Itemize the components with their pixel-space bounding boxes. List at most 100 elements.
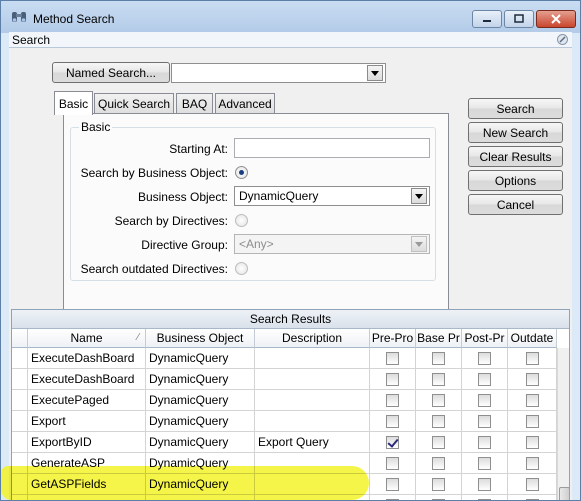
base-pr-checkbox[interactable] xyxy=(432,373,445,386)
cell-description[interactable] xyxy=(255,369,370,390)
base-pr-checkbox[interactable] xyxy=(432,478,445,491)
col-header-base-pr[interactable]: Base Pr xyxy=(416,329,462,348)
row-selector[interactable] xyxy=(12,453,28,474)
row-selector-header xyxy=(12,329,28,348)
col-header-name[interactable]: Name ⁄ xyxy=(28,329,146,348)
pre-pro-checkbox[interactable] xyxy=(386,373,399,386)
cell-description[interactable] xyxy=(255,348,370,369)
business-object-combo[interactable]: DynamicQuery xyxy=(234,186,430,206)
cell-business-object[interactable]: DynamicQuery xyxy=(146,390,255,411)
outdated-checkbox[interactable] xyxy=(526,373,539,386)
cell-business-object[interactable]: DynamicQuery xyxy=(146,474,255,495)
tab-quick-search[interactable]: Quick Search xyxy=(94,93,174,114)
base-pr-checkbox[interactable] xyxy=(432,415,445,428)
cell-business-object[interactable]: DynamicQuery xyxy=(146,495,255,500)
chevron-down-icon[interactable] xyxy=(411,188,427,204)
row-selector[interactable] xyxy=(12,348,28,369)
search-button[interactable]: Search xyxy=(468,98,563,119)
col-header-business-object[interactable]: Business Object xyxy=(146,329,255,348)
cell-name[interactable]: GetASPFields xyxy=(28,474,146,495)
maximize-button[interactable] xyxy=(504,10,534,28)
post-pr-checkbox[interactable] xyxy=(478,436,491,449)
pre-pro-checkbox[interactable] xyxy=(386,457,399,470)
cancel-button[interactable]: Cancel xyxy=(468,194,563,215)
outdated-checkbox[interactable] xyxy=(526,415,539,428)
pre-pro-checkbox[interactable] xyxy=(386,436,399,449)
cell-name[interactable]: ExecuteDashBoard xyxy=(28,348,146,369)
tab-basic[interactable]: Basic xyxy=(54,91,93,115)
outdated-checkbox[interactable] xyxy=(526,457,539,470)
checkbox-cell xyxy=(416,369,462,390)
cell-description[interactable]: Export Query xyxy=(255,432,370,453)
close-button[interactable] xyxy=(536,10,576,28)
cell-business-object[interactable]: DynamicQuery xyxy=(146,369,255,390)
search-by-directives-radio[interactable] xyxy=(235,214,248,227)
cell-description[interactable] xyxy=(255,474,370,495)
base-pr-checkbox[interactable] xyxy=(432,457,445,470)
col-header-description[interactable]: Description xyxy=(255,329,370,348)
results-scrollbar[interactable] xyxy=(557,348,569,500)
outdated-checkbox[interactable] xyxy=(526,478,539,491)
named-search-combo[interactable] xyxy=(171,63,386,83)
post-pr-checkbox[interactable] xyxy=(478,478,491,491)
post-pr-checkbox[interactable] xyxy=(478,415,491,428)
tab-advanced[interactable]: Advanced xyxy=(215,93,275,114)
chevron-down-icon[interactable] xyxy=(367,65,383,81)
outdated-checkbox[interactable] xyxy=(526,394,539,407)
outdated-checkbox[interactable] xyxy=(526,352,539,365)
pre-pro-checkbox[interactable] xyxy=(386,394,399,407)
base-pr-checkbox[interactable] xyxy=(432,394,445,407)
cell-description[interactable] xyxy=(255,495,370,500)
cell-name[interactable]: ExportByID xyxy=(28,432,146,453)
basic-tab-panel: Basic Starting At: Search by Business Ob… xyxy=(63,113,449,330)
search-by-bo-radio[interactable] xyxy=(235,166,248,179)
col-header-post-pr[interactable]: Post-Pr xyxy=(462,329,508,348)
binoculars-icon xyxy=(12,12,26,22)
base-pr-checkbox[interactable] xyxy=(432,352,445,365)
pre-pro-checkbox[interactable] xyxy=(386,415,399,428)
cell-description[interactable] xyxy=(255,390,370,411)
cell-description[interactable] xyxy=(255,411,370,432)
base-pr-checkbox[interactable] xyxy=(432,436,445,449)
post-pr-checkbox[interactable] xyxy=(478,352,491,365)
named-search-button[interactable]: Named Search... xyxy=(52,62,170,83)
new-search-button[interactable]: New Search xyxy=(468,122,563,143)
chevron-down-icon[interactable] xyxy=(411,236,427,252)
row-selector[interactable] xyxy=(12,432,28,453)
menu-search[interactable]: Search xyxy=(12,33,50,47)
tab-baq[interactable]: BAQ xyxy=(176,93,213,114)
row-selector[interactable] xyxy=(12,495,28,500)
post-pr-checkbox[interactable] xyxy=(478,373,491,386)
cell-business-object[interactable]: DynamicQuery xyxy=(146,411,255,432)
post-pr-checkbox[interactable] xyxy=(478,457,491,470)
cell-name[interactable]: ExecutePaged xyxy=(28,390,146,411)
cell-name[interactable]: ExecuteDashBoard xyxy=(28,369,146,390)
scrollbar-thumb[interactable] xyxy=(559,487,569,500)
cell-description[interactable] xyxy=(255,453,370,474)
cell-name[interactable]: GenerateASP xyxy=(28,453,146,474)
options-button[interactable]: Options xyxy=(468,170,563,191)
row-selector[interactable] xyxy=(12,390,28,411)
row-selector[interactable] xyxy=(12,411,28,432)
pin-icon[interactable] xyxy=(556,33,569,46)
cell-business-object[interactable]: DynamicQuery xyxy=(146,348,255,369)
row-selector[interactable] xyxy=(12,474,28,495)
cell-business-object[interactable]: DynamicQuery xyxy=(146,432,255,453)
row-selector[interactable] xyxy=(12,369,28,390)
cell-name[interactable]: GetAvailableTableLi xyxy=(28,495,146,500)
title-bar[interactable]: Method Search xyxy=(1,1,580,33)
search-outdated-radio[interactable] xyxy=(235,262,248,275)
outdated-checkbox[interactable] xyxy=(526,436,539,449)
post-pr-checkbox[interactable] xyxy=(478,394,491,407)
clear-results-button[interactable]: Clear Results xyxy=(468,146,563,167)
cell-name[interactable]: Export xyxy=(28,411,146,432)
cell-business-object[interactable]: DynamicQuery xyxy=(146,453,255,474)
col-header-pre-pro[interactable]: Pre-Pro xyxy=(370,329,416,348)
pre-pro-checkbox[interactable] xyxy=(386,352,399,365)
minimize-button[interactable] xyxy=(472,10,502,28)
pre-pro-checkbox[interactable] xyxy=(386,478,399,491)
directive-group-combo[interactable]: <Any> xyxy=(234,234,430,254)
starting-at-input[interactable] xyxy=(234,138,430,158)
col-header-outdated[interactable]: Outdate xyxy=(508,329,557,348)
checkbox-cell xyxy=(508,495,557,500)
